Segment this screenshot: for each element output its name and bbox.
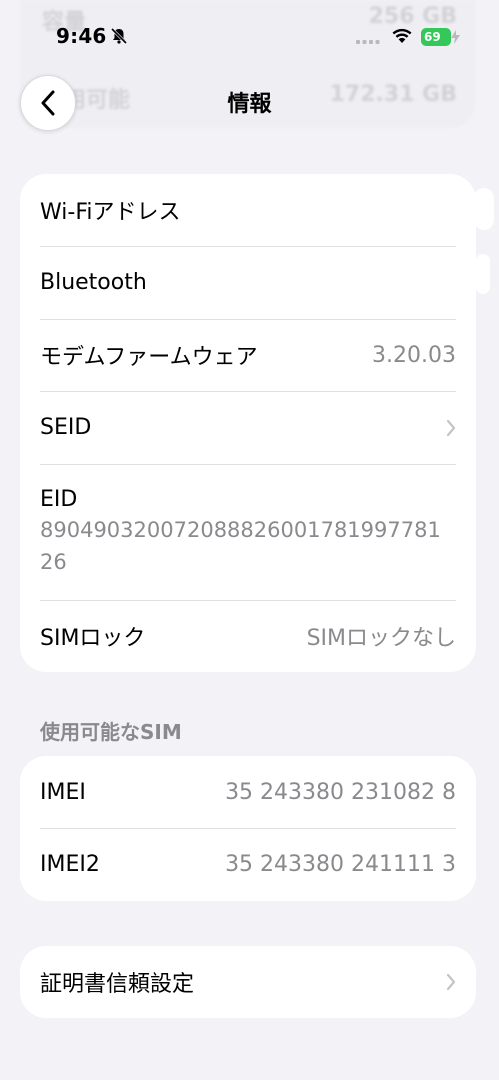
certificate-trust-settings-label: 証明書信頼設定 bbox=[40, 972, 195, 997]
wifi-icon bbox=[392, 28, 412, 43]
imei-row[interactable]: IMEI 35 243380 231082 8 bbox=[20, 756, 476, 828]
imei2-label: IMEI2 bbox=[40, 852, 100, 877]
eid-label: EID bbox=[40, 486, 78, 512]
charging-bolt-icon bbox=[451, 30, 460, 44]
network-info-group: Wi-Fiアドレス Bluetooth モデムファームウェア 3.20.03 S… bbox=[20, 174, 476, 672]
edge-overlay-bottom bbox=[476, 254, 490, 294]
chevron-right-icon bbox=[446, 419, 456, 437]
signal-icon bbox=[356, 40, 380, 44]
sim-lock-row[interactable]: SIMロック SIMロックなし bbox=[20, 600, 476, 672]
status-bar: 9:46 69 bbox=[0, 0, 499, 60]
seid-row[interactable]: SEID bbox=[20, 391, 476, 464]
sim-section-header: 使用可能なSIM bbox=[40, 720, 182, 744]
certificate-trust-settings-row[interactable]: 証明書信頼設定 bbox=[20, 946, 476, 1018]
page-title: 情報 bbox=[227, 92, 272, 117]
imei-group: IMEI 35 243380 231082 8 IMEI2 35 243380 … bbox=[20, 756, 476, 901]
bell-slash-icon bbox=[110, 27, 128, 45]
chevron-right-icon bbox=[446, 973, 456, 991]
wifi-address-row[interactable]: Wi-Fiアドレス bbox=[20, 174, 476, 246]
modem-firmware-value: 3.20.03 bbox=[372, 342, 456, 368]
bluetooth-row[interactable]: Bluetooth bbox=[20, 246, 476, 319]
imei-label: IMEI bbox=[40, 779, 86, 805]
bluetooth-label: Bluetooth bbox=[40, 270, 147, 295]
edge-overlay-top bbox=[474, 188, 494, 230]
sim-lock-label: SIMロック bbox=[40, 626, 146, 651]
status-time: 9:46 bbox=[56, 24, 107, 48]
imei-value: 35 243380 231082 8 bbox=[225, 779, 456, 805]
sim-lock-value: SIMロックなし bbox=[306, 626, 456, 651]
battery-indicator: 69 bbox=[421, 28, 451, 46]
modem-firmware-row[interactable]: モデムファームウェア 3.20.03 bbox=[20, 319, 476, 391]
imei2-value: 35 243380 241111 3 bbox=[225, 852, 456, 877]
wifi-address-label: Wi-Fiアドレス bbox=[40, 200, 181, 225]
certificate-group: 証明書信頼設定 bbox=[20, 946, 476, 1018]
seid-label: SEID bbox=[40, 415, 92, 440]
eid-value: 89049032007208882600178199778126 bbox=[40, 517, 441, 574]
imei2-row[interactable]: IMEI2 35 243380 241111 3 bbox=[20, 828, 476, 901]
eid-row[interactable]: EID 89049032007208882600178199778126 bbox=[20, 464, 476, 600]
battery-level: 69 bbox=[424, 30, 441, 44]
modem-firmware-label: モデムファームウェア bbox=[40, 345, 258, 370]
